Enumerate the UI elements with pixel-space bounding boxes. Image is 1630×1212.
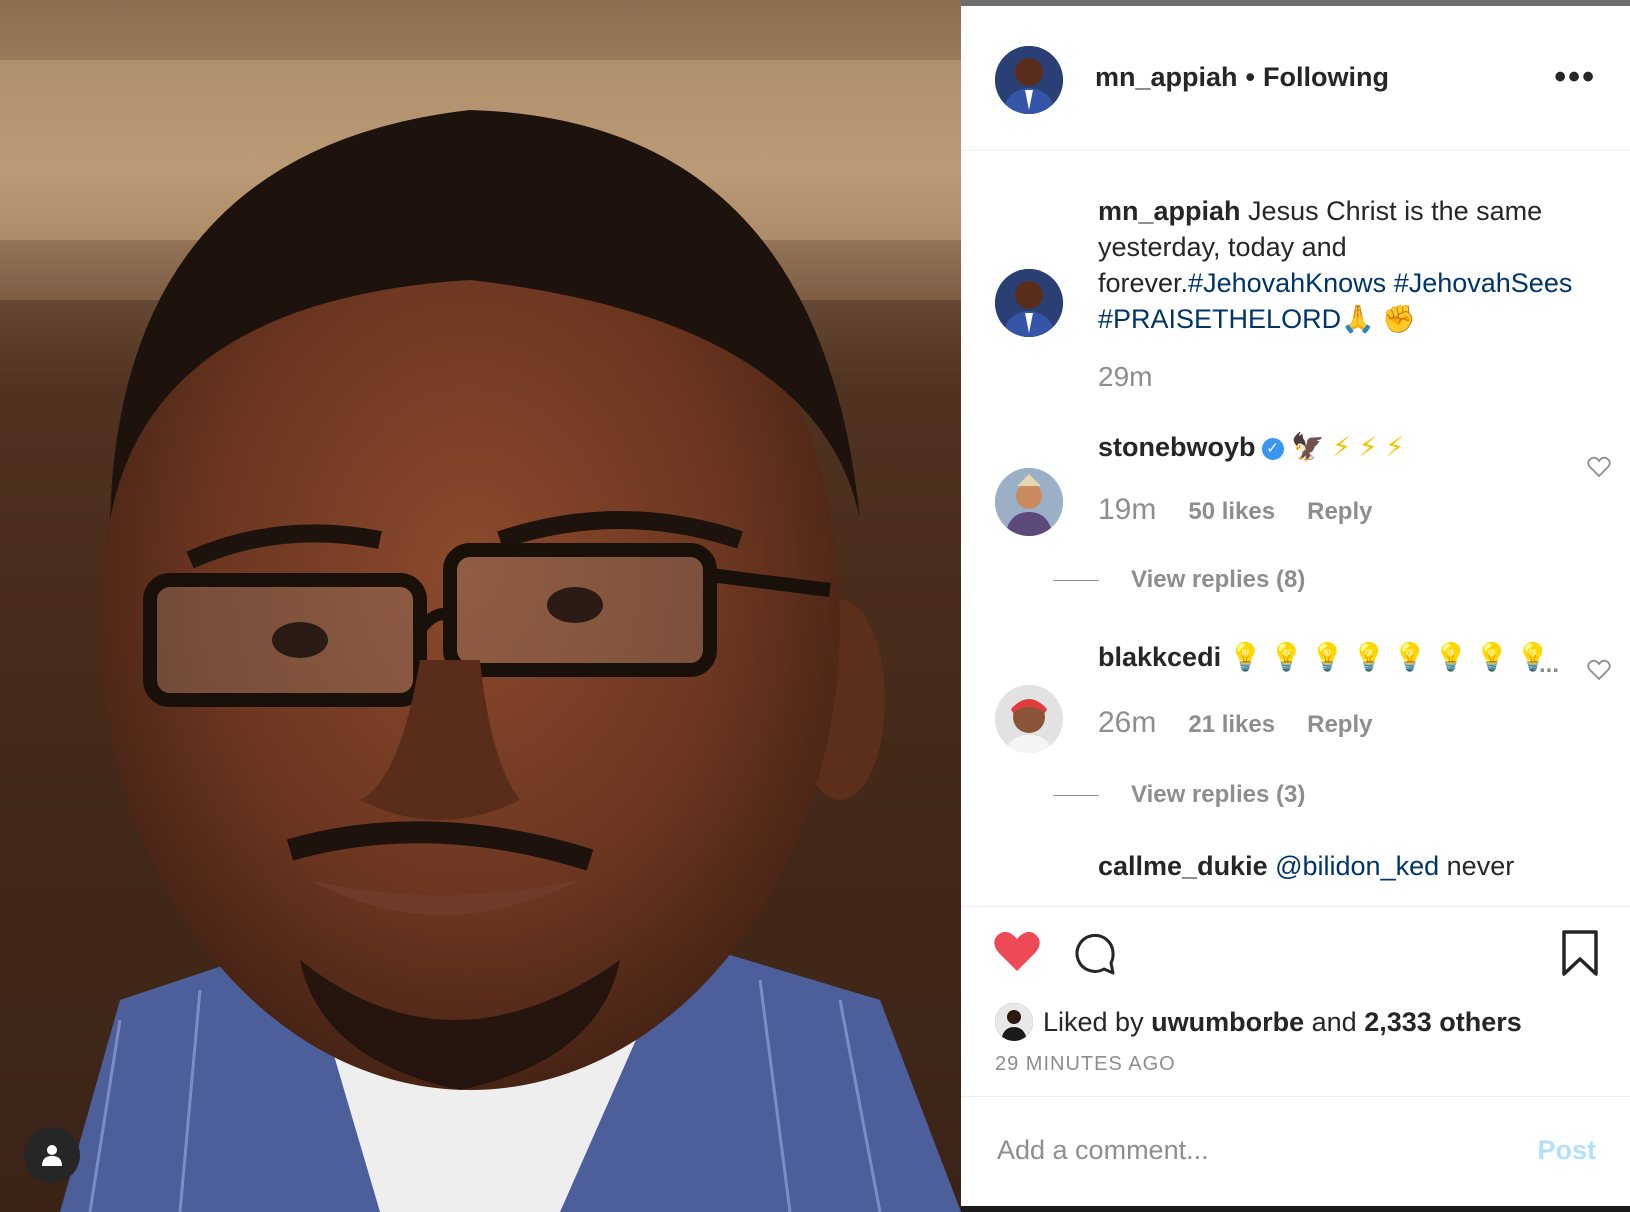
commenter-avatar[interactable] [995, 685, 1063, 753]
comment-likes[interactable]: 50 likes [1188, 498, 1275, 526]
partial-comment: callme_dukie @bilidon_ked never [1098, 851, 1514, 882]
mention-link[interactable]: @bilidon_ked [1275, 851, 1439, 881]
header-user-line: mn_appiah • Following [1095, 62, 1389, 93]
comment-input[interactable] [995, 1127, 1499, 1173]
commenter-username[interactable]: stonebwoyb [1098, 432, 1256, 462]
caption-time[interactable]: 29m [1098, 361, 1152, 393]
commenter-avatar-image [995, 468, 1063, 536]
user-tags-button[interactable] [24, 1127, 80, 1183]
reply-button[interactable]: Reply [1307, 498, 1372, 526]
comment-likes[interactable]: 21 likes [1188, 711, 1275, 739]
liker-avatar-image [995, 1003, 1033, 1041]
comment-text: 💡 💡 💡 💡 💡 💡 💡 💡 [1228, 642, 1551, 672]
author-avatar[interactable] [995, 46, 1063, 114]
post-header: mn_appiah • Following ••• [961, 6, 1630, 151]
like-comment-heart-icon[interactable] [1587, 456, 1611, 478]
commenter-avatar[interactable] [995, 468, 1063, 536]
follow-status-button[interactable]: Following [1263, 62, 1389, 92]
like-comment-heart-icon[interactable] [1587, 659, 1611, 681]
reply-button[interactable]: Reply [1307, 711, 1372, 739]
partial-comment-text: never [1446, 851, 1515, 881]
caption-emojis: 🙏 ✊ [1341, 304, 1416, 334]
add-comment-bar: Post [961, 1096, 1630, 1207]
liker-avatar[interactable] [995, 1003, 1033, 1041]
comment-time[interactable]: 26m [1098, 706, 1156, 740]
liker-username[interactable]: uwumborbe [1151, 1007, 1304, 1038]
view-replies-button[interactable]: View replies (3) [1053, 781, 1305, 809]
liked-by-and: and [1311, 1006, 1357, 1037]
likes-count-link[interactable]: 2,333 others [1364, 1007, 1522, 1038]
caption-avatar-image [995, 269, 1063, 337]
liked-by-prefix: Liked by [1043, 1006, 1144, 1037]
bookmark-icon[interactable] [1561, 929, 1599, 977]
comment-more-dots[interactable]: ... [1539, 651, 1559, 679]
comment-bubble-icon[interactable] [1073, 931, 1117, 975]
author-username-link[interactable]: mn_appiah [1095, 62, 1238, 92]
header-separator: • [1245, 62, 1255, 92]
comment-text: 🦅 ⚡ ⚡ ⚡ [1291, 432, 1405, 462]
view-replies-button[interactable]: View replies (8) [1053, 566, 1305, 594]
comment-time[interactable]: 19m [1098, 493, 1156, 527]
post-comment-button[interactable]: Post [1537, 1135, 1596, 1166]
caption-username[interactable]: mn_appiah [1098, 196, 1241, 226]
view-replies-label: View replies (8) [1131, 566, 1306, 593]
post-side-panel: mn_appiah • Following ••• mn_appiah Jesus … [961, 6, 1630, 1206]
comment-body: blakkcedi 💡 💡 💡 💡 💡 💡 💡 💡 [1098, 641, 1550, 673]
comment-meta: 19m 50 likes Reply [1098, 493, 1372, 527]
view-replies-label: View replies (3) [1131, 781, 1306, 808]
post-caption: mn_appiah Jesus Christ is the same yeste… [1098, 193, 1598, 337]
post-actions: Liked by uwumborbe and 2,333 others [961, 906, 1630, 1057]
verified-badge-icon: ✓ [1261, 437, 1284, 460]
replies-dash [1053, 794, 1099, 796]
commenter-avatar-image [995, 685, 1063, 753]
portrait-illustration [0, 60, 961, 1212]
post-photo[interactable] [0, 0, 961, 1212]
commenter-username[interactable]: callme_dukie [1098, 851, 1268, 881]
post-timestamp[interactable]: 29 MINUTES AGO [995, 1053, 1176, 1076]
author-avatar-image [995, 46, 1063, 114]
comment-meta: 26m 21 likes Reply [1098, 706, 1372, 740]
comments-list[interactable]: mn_appiah Jesus Christ is the same yeste… [961, 151, 1630, 906]
caption-avatar[interactable] [995, 269, 1063, 337]
hashtag-link[interactable]: #PRAISETHELORD [1098, 304, 1341, 334]
comment-body: stonebwoyb ✓ 🦅 ⚡ ⚡ ⚡ [1098, 431, 1404, 463]
like-heart-icon[interactable] [993, 929, 1041, 973]
person-icon [42, 1145, 62, 1166]
replies-dash [1053, 579, 1099, 581]
more-options-button[interactable]: ••• [1554, 58, 1596, 97]
liked-by-line: Liked by uwumborbe and 2,333 others [995, 1003, 1522, 1041]
hashtag-link[interactable]: #JehovahKnows [1188, 268, 1386, 298]
commenter-username[interactable]: blakkcedi [1098, 642, 1221, 672]
hashtag-link[interactable]: #JehovahSees [1394, 268, 1573, 298]
